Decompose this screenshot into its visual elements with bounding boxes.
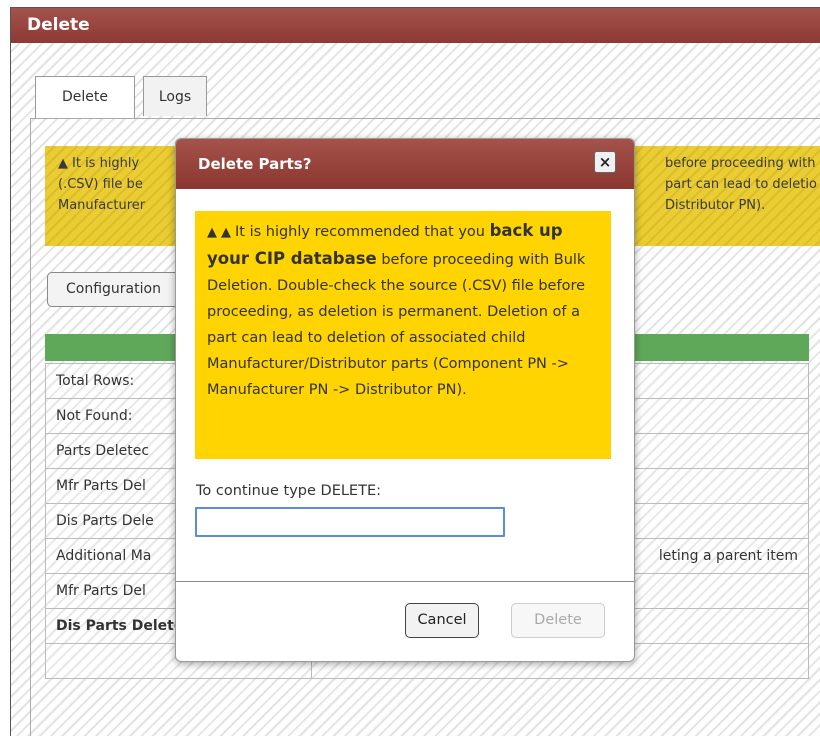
configuration-button[interactable]: Configuration bbox=[47, 272, 187, 307]
tab-logs[interactable]: Logs bbox=[143, 76, 207, 116]
confirm-prompt: To continue type DELETE: bbox=[196, 483, 382, 499]
close-icon[interactable]: × bbox=[594, 151, 616, 173]
warning-icon: ▲ bbox=[207, 225, 217, 240]
dialog-divider bbox=[176, 581, 634, 582]
background-warning-left: ▲ It is highly (.CSV) file be Manufacture… bbox=[58, 156, 146, 213]
tab-delete[interactable]: Delete bbox=[35, 76, 135, 119]
warning-rest: before proceeding with Bulk Deletion. Do… bbox=[207, 252, 586, 398]
cancel-button[interactable]: Cancel bbox=[405, 603, 479, 638]
confirm-delete-input[interactable] bbox=[195, 507, 505, 537]
delete-button[interactable]: Delete bbox=[511, 603, 605, 638]
warning-intro: It is highly recommended that you bbox=[235, 224, 490, 240]
warning-icon: ▲ bbox=[58, 156, 68, 171]
dialog-title: Delete Parts? bbox=[176, 139, 634, 189]
warning-icon: ▲ bbox=[221, 225, 231, 240]
window-title: Delete bbox=[11, 8, 820, 43]
delete-parts-dialog: Delete Parts? × ▲ ▲ It is highly recommend… bbox=[175, 138, 635, 662]
background-warning-right: before proceeding with part can lead to … bbox=[665, 156, 817, 213]
dialog-warning-box: ▲ ▲ It is highly recommended that you back… bbox=[195, 211, 611, 459]
